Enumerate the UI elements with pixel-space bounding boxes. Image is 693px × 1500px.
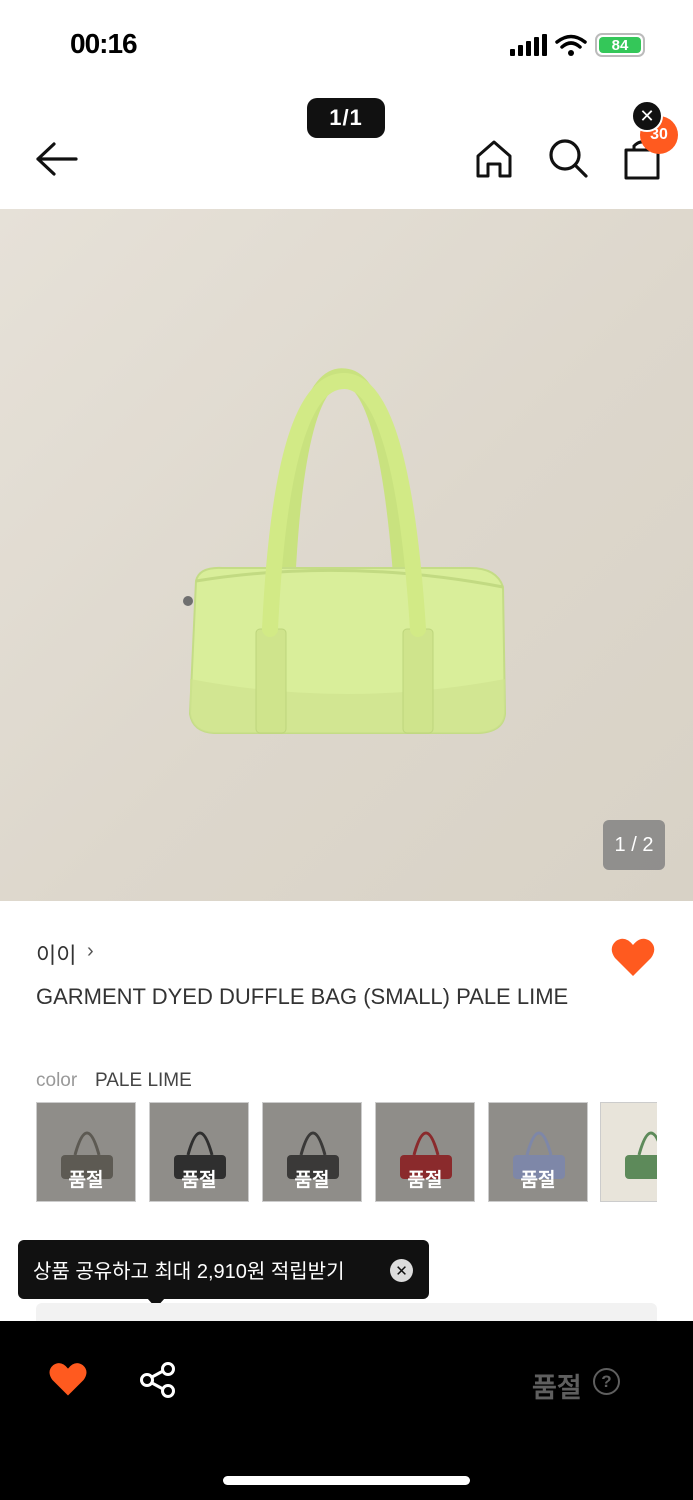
color-swatch[interactable]: 품절 <box>488 1102 588 1202</box>
duffle-bag-image <box>183 368 507 734</box>
help-icon[interactable]: ? <box>593 1368 620 1395</box>
soldout-label: 품절 <box>294 1170 330 1191</box>
status-icons: 84 <box>510 33 645 57</box>
content-strip <box>36 1303 657 1321</box>
home-indicator[interactable] <box>223 1476 470 1485</box>
color-label: color <box>36 1070 78 1091</box>
wifi-icon <box>555 34 587 56</box>
viewer-close-button[interactable]: ✕ <box>631 100 663 132</box>
status-bar: 00:16 84 <box>0 0 693 90</box>
soldout-label: 품절 <box>181 1170 217 1191</box>
color-swatch[interactable]: 품절 <box>262 1102 362 1202</box>
soldout-label: 품절 <box>68 1170 104 1191</box>
heart-icon[interactable] <box>610 936 656 978</box>
bag-strap-right <box>402 628 434 734</box>
product-title: GARMENT DYED DUFFLE BAG (SMALL) PALE LIM… <box>36 984 569 1009</box>
tooltip-close-icon[interactable]: ✕ <box>390 1259 413 1282</box>
tooltip-text: 상품 공유하고 최대 2,910원 적립받기 <box>33 1261 345 1283</box>
share-icon[interactable] <box>138 1360 178 1400</box>
color-swatch[interactable]: 품절 <box>36 1102 136 1202</box>
back-arrow-icon[interactable] <box>30 136 82 182</box>
product-image[interactable] <box>0 209 693 901</box>
cellular-signal-icon <box>510 34 547 56</box>
color-swatch-list: 품절 품절 품절 품절 품절 <box>36 1102 657 1204</box>
bag-zip-pull <box>183 596 193 606</box>
share-reward-tooltip: 상품 공유하고 최대 2,910원 적립받기 <box>18 1240 429 1299</box>
brand-link[interactable]: 이이 <box>36 938 76 970</box>
home-icon[interactable] <box>474 136 514 180</box>
heart-icon[interactable] <box>48 1360 88 1398</box>
bottom-action-bar <box>0 1321 693 1500</box>
bag-thumbnail <box>625 1131 657 1179</box>
battery-icon: 84 <box>595 33 645 57</box>
color-swatch[interactable]: 품절 <box>375 1102 475 1202</box>
image-counter: 1 / 2 <box>603 820 665 870</box>
color-swatch[interactable]: 품절 <box>149 1102 249 1202</box>
chevron-right-icon[interactable]: › <box>87 940 94 963</box>
color-value: PALE LIME <box>95 1070 192 1091</box>
battery-level: 84 <box>599 37 641 54</box>
bag-strap-left <box>255 628 287 734</box>
soldout-label: 품절 <box>407 1170 443 1191</box>
color-swatch[interactable] <box>600 1102 657 1202</box>
soldout-status: 품절 <box>532 1373 582 1403</box>
soldout-label: 품절 <box>520 1170 556 1191</box>
status-time: 00:16 <box>70 28 138 59</box>
search-icon[interactable] <box>546 136 590 180</box>
header <box>0 130 693 200</box>
